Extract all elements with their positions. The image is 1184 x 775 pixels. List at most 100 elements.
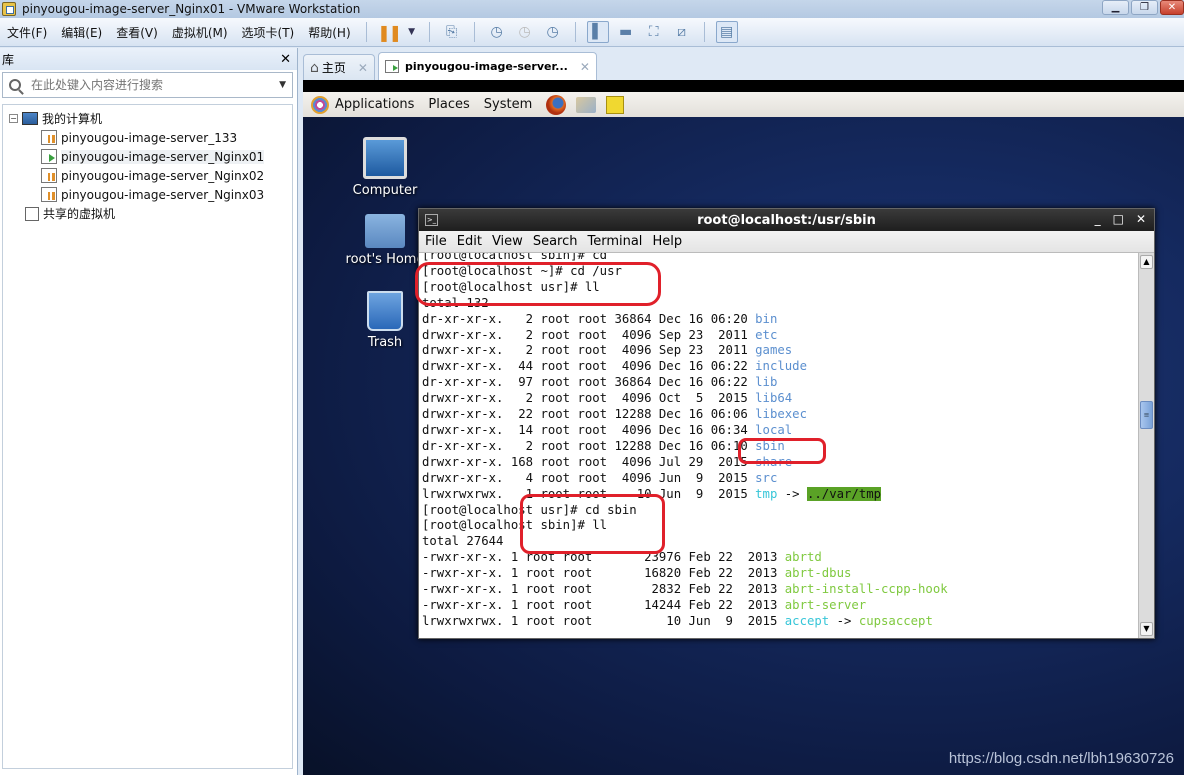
desktop-icon-home[interactable]: root's Home <box>340 214 430 267</box>
snapshot-revert-icon[interactable]: ◷ <box>514 21 536 43</box>
menu-help[interactable]: 帮助(H) <box>301 24 357 41</box>
gnome-foot-icon <box>311 95 329 114</box>
terminal-menu-help[interactable]: Help <box>652 234 682 249</box>
tab-vm[interactable]: pinyougou-image-server... ✕ <box>377 52 597 80</box>
power-dropdown-icon[interactable]: ▼ <box>406 21 418 43</box>
file-name: abrt-dbus <box>784 566 852 581</box>
vm-running-icon <box>41 149 57 164</box>
menu-edit[interactable]: 编辑(E) <box>54 24 109 41</box>
firefox-icon[interactable] <box>546 94 567 115</box>
terminal-line: drwxr-xr-x. 14 root root 4096 Dec 16 06:… <box>422 422 793 437</box>
file-name: accept <box>784 613 830 628</box>
watermark: https://blog.csdn.net/lbh19630726 <box>948 750 1174 767</box>
file-name: lib <box>755 375 778 390</box>
scroll-down-icon[interactable]: ▼ <box>1140 622 1153 636</box>
file-name: lib64 <box>755 391 793 406</box>
panel-applications[interactable]: Applications <box>335 97 414 112</box>
vm-running-icon <box>384 60 399 73</box>
tree-label: 我的计算机 <box>42 112 103 126</box>
terminal-maximize-icon[interactable]: □ <box>1113 212 1124 226</box>
tab-close-icon[interactable]: ✕ <box>580 60 590 74</box>
tree-node-my-computer[interactable]: − 我的计算机 <box>3 109 292 128</box>
tree-node-vm[interactable]: pinyougou-image-server_Nginx02 <box>3 166 292 185</box>
terminal-output[interactable]: [root@localhost sbin]# cd [root@localhost… <box>419 253 1138 638</box>
pause-icon[interactable]: ❚❚ <box>377 21 402 43</box>
file-name: libexec <box>755 407 807 422</box>
terminal-minimize-icon[interactable]: _ <box>1095 212 1101 226</box>
send-ctrl-alt-del-icon[interactable]: ⎘ <box>441 21 463 43</box>
minimize-button[interactable]: ▁ <box>1102 0 1129 15</box>
toolbar-separator <box>703 22 705 42</box>
terminal-line: dr-xr-xr-x. 97 root root 36864 Dec 16 06… <box>422 375 778 390</box>
desktop-icon-label: Trash <box>367 335 403 350</box>
tree-label: 共享的虚拟机 <box>43 207 116 221</box>
home-icon: ⌂ <box>310 59 319 76</box>
mail-client-icon[interactable] <box>576 96 597 113</box>
tree-node-vm[interactable]: pinyougou-image-server_Nginx03 <box>3 185 292 204</box>
scroll-thumb[interactable]: ≡ <box>1140 401 1153 429</box>
desktop-icon-computer[interactable]: Computer <box>340 137 430 198</box>
terminal-scrollbar[interactable]: ▲ ≡ ▼ <box>1138 253 1154 638</box>
panel-system[interactable]: System <box>484 97 532 112</box>
search-dropdown-icon[interactable]: ▼ <box>279 80 286 90</box>
terminal-menu-file[interactable]: File <box>425 234 447 249</box>
fullscreen-icon[interactable]: ⛶ <box>643 21 665 43</box>
panel-places[interactable]: Places <box>428 97 469 112</box>
tree-node-shared-vms[interactable]: 共享的虚拟机 <box>3 204 292 223</box>
terminal-menu-search[interactable]: Search <box>533 234 578 249</box>
file-name: abrtd <box>784 550 822 565</box>
unity-icon[interactable]: ⧄ <box>671 21 693 43</box>
terminal-menu-terminal[interactable]: Terminal <box>587 234 642 249</box>
thumbnail-bar-icon[interactable]: ▬ <box>615 21 637 43</box>
tree-label: pinyougou-image-server_Nginx01 <box>61 149 265 164</box>
terminal-menu-edit[interactable]: Edit <box>457 234 482 249</box>
menu-tabs[interactable]: 选项卡(T) <box>235 24 302 41</box>
library-search-input[interactable] <box>31 78 280 92</box>
computer-icon <box>363 137 407 179</box>
scroll-up-icon[interactable]: ▲ <box>1140 255 1153 269</box>
terminal-close-icon[interactable]: ✕ <box>1136 212 1146 226</box>
tab-label: pinyougou-image-server... <box>404 60 568 73</box>
tab-close-icon[interactable]: ✕ <box>358 61 368 75</box>
menu-file[interactable]: 文件(F) <box>0 24 54 41</box>
link-target: ../var/tmp <box>807 486 882 501</box>
computer-icon <box>22 112 38 125</box>
file-name: etc <box>755 327 778 342</box>
tree-node-vm-selected[interactable]: pinyougou-image-server_Nginx01 <box>3 147 292 166</box>
snapshot-manager-icon[interactable]: ◷ <box>542 21 564 43</box>
terminal-line: [root@localhost ~]# cd /usr <box>422 263 622 278</box>
menu-view[interactable]: 查看(V) <box>109 24 165 41</box>
menu-vm[interactable]: 虚拟机(M) <box>165 24 235 41</box>
file-name: include <box>755 359 807 374</box>
console-view-icon[interactable]: ▤ <box>715 21 738 43</box>
gnome-top-panel: Applications Places System <box>303 92 1184 117</box>
vm-stopped-icon <box>41 168 57 183</box>
terminal-line: drwxr-xr-x. 2 root root 4096 Oct 5 2015 … <box>422 391 793 406</box>
terminal-line: -rwxr-xr-x. 1 root root 2832 Feb 22 2013… <box>422 582 948 597</box>
file-name: local <box>755 422 793 437</box>
menubar: 文件(F) 编辑(E) 查看(V) 虚拟机(M) 选项卡(T) 帮助(H) ❚❚… <box>0 18 1184 47</box>
terminal-menu-view[interactable]: View <box>492 234 523 249</box>
tab-home[interactable]: ⌂ 主页 ✕ <box>303 54 375 80</box>
restore-button[interactable]: ❐ <box>1131 0 1158 15</box>
vm-stopped-icon <box>41 130 57 145</box>
snapshot-take-icon[interactable]: ◷ <box>486 21 508 43</box>
show-library-icon[interactable]: ▌ <box>586 21 609 43</box>
terminal-line: lrwxrwxrwx. 1 root root 10 Jun 9 2015 tm… <box>422 486 882 501</box>
library-close-icon[interactable]: ✕ <box>280 52 291 67</box>
tab-bar: ⌂ 主页 ✕ pinyougou-image-server... ✕ <box>303 52 600 80</box>
terminal-line: drwxr-xr-x. 22 root root 12288 Dec 16 06… <box>422 407 807 422</box>
close-button[interactable]: ✕ <box>1160 0 1184 15</box>
tree-label: pinyougou-image-server_133 <box>61 130 238 145</box>
tree-label: pinyougou-image-server_Nginx02 <box>61 168 265 183</box>
text-editor-icon[interactable] <box>606 95 625 114</box>
terminal-line: total 132 <box>422 295 489 310</box>
window-title: pinyougou-image-server_Nginx01 - VMware … <box>22 2 361 16</box>
file-name: tmp <box>755 486 778 501</box>
desktop-icon-trash[interactable]: Trash <box>340 291 430 350</box>
tree-node-vm[interactable]: pinyougou-image-server_133 <box>3 128 292 147</box>
shared-vms-icon <box>25 206 39 221</box>
file-name: sbin <box>755 438 785 453</box>
terminal-line: drwxr-xr-x. 168 root root 4096 Jul 29 20… <box>422 454 793 469</box>
collapse-icon[interactable]: − <box>9 114 18 123</box>
